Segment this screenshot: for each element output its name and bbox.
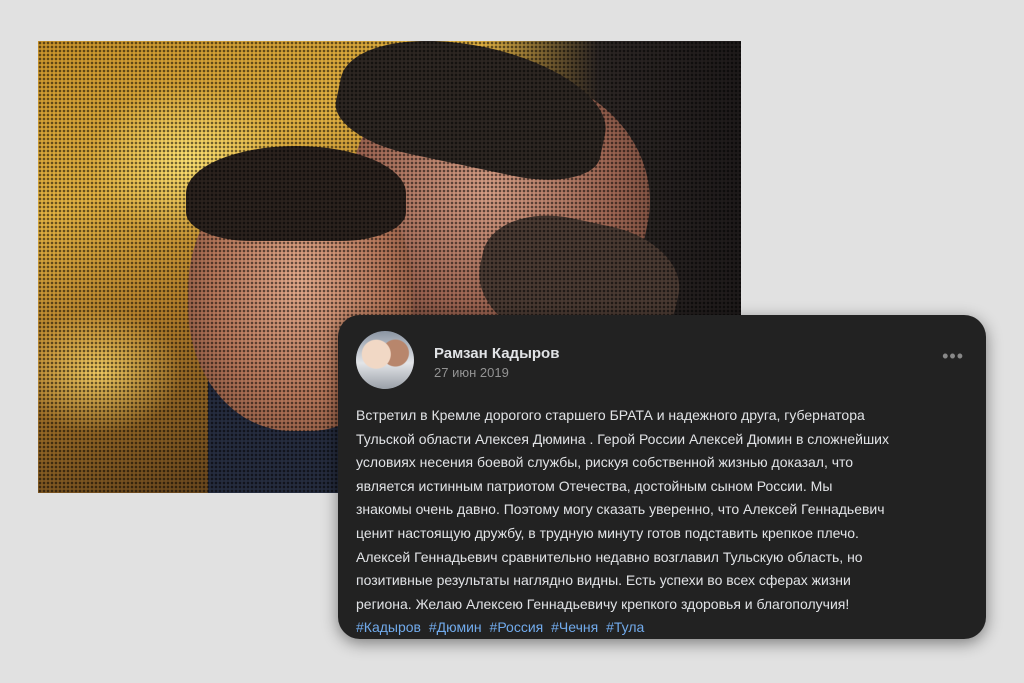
hashtag-link[interactable]: #Кадыров [356,619,421,635]
post-text-line: региона. Желаю Алексею Геннадьевичу креп… [356,595,850,612]
post-text-line: условиях несения боевой службы, рискуя с… [356,454,854,471]
post-text-line: позитивные результаты наглядно видны. Ес… [356,572,851,589]
post-text-line: знакомы очень давно. Поэтому могу сказат… [356,501,885,518]
more-horizontal-icon[interactable]: ••• [942,347,964,365]
author-name[interactable]: Рамзан Кадыров [434,345,559,362]
post-text-line: Тульской области Алексея Дюмина . Герой … [356,430,889,447]
hashtag-link[interactable]: #Россия [490,619,544,635]
post-text-line: ценит настоящую дружбу, в трудную минуту… [356,524,859,541]
post-text-line: Встретил в Кремле дорогого старшего БРАТ… [356,407,865,423]
post-text: Встретил в Кремле дорогого старшего БРАТ… [356,404,968,640]
post-card: Рамзан Кадыров 27 июн 2019 ••• Встретил … [338,315,986,639]
hashtags: #Кадыров #Дюмин #Россия #Чечня #Тула [356,616,968,640]
hashtag-link[interactable]: #Чечня [551,619,598,635]
post-date[interactable]: 27 июн 2019 [434,365,509,380]
post-text-line: Алексей Геннадьевич сравнительно недавно… [356,548,863,565]
hashtag-link[interactable]: #Дюмин [429,619,482,635]
author-avatar[interactable] [356,331,414,389]
hashtag-link[interactable]: #Тула [606,619,644,635]
post-text-line: является истинным патриотом Отечества, д… [356,477,833,494]
